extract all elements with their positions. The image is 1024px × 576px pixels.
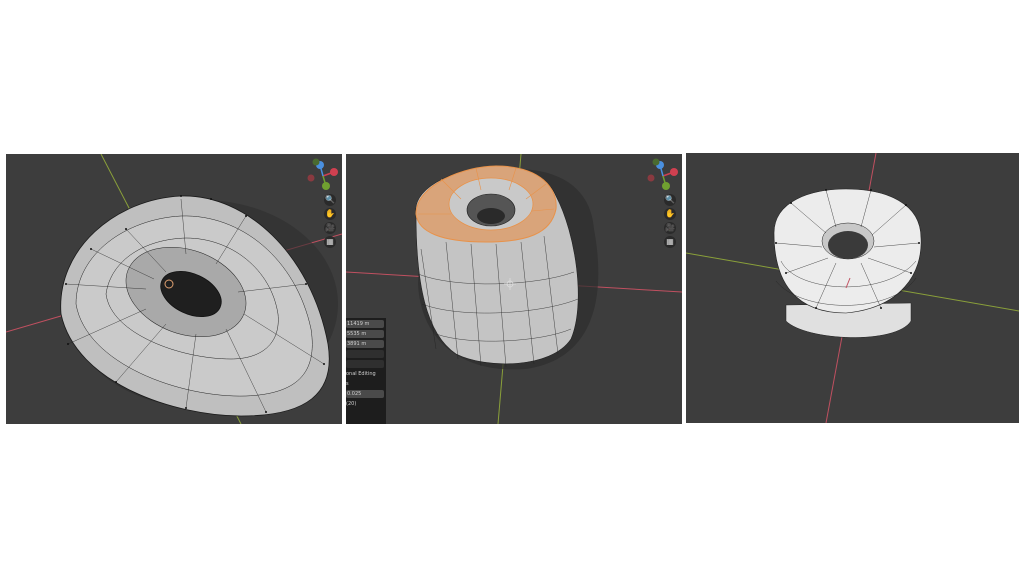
zoom-icon[interactable]: 🔍 xyxy=(324,194,336,206)
camera-icon[interactable]: 🎥 xyxy=(324,222,336,234)
navigation-gizmo[interactable] xyxy=(306,158,340,194)
zoom-icon[interactable]: 🔍 xyxy=(664,194,676,206)
donut-mesh-scene xyxy=(686,153,1019,423)
gizmo-y-icon xyxy=(322,182,330,190)
field-z[interactable]: 3891 m xyxy=(346,340,384,348)
dropdown-b[interactable] xyxy=(346,360,384,368)
viewport-tools: 🔍 ✋ 🎥 ▦ xyxy=(324,194,338,250)
viewport-cup-edit[interactable]: 🔍 ✋ 🎥 ▦ 11419 m 5535 m 3891 m onal Editi… xyxy=(346,154,682,424)
torus-mesh-scene xyxy=(6,154,342,424)
grid-icon[interactable]: ▦ xyxy=(664,236,676,248)
section-label: onal Editing xyxy=(346,371,376,377)
gizmo-y-icon xyxy=(662,182,670,190)
viewport-donut[interactable] xyxy=(686,153,1019,423)
viewport-tools: 🔍 ✋ 🎥 ▦ xyxy=(664,194,678,250)
dropdown-a[interactable] xyxy=(346,350,384,358)
panel-label-a: s xyxy=(346,381,349,387)
hand-pan-icon[interactable]: ✋ xyxy=(664,208,676,220)
operator-panel: 11419 m 5535 m 3891 m onal Editing s 0.0… xyxy=(346,318,386,424)
gizmo-x-icon xyxy=(670,168,678,176)
field-y[interactable]: 5535 m xyxy=(346,330,384,338)
hand-pan-icon[interactable]: ✋ xyxy=(324,208,336,220)
viewport-torus[interactable]: 🔍 ✋ 🎥 ▦ xyxy=(6,154,342,424)
field-x[interactable]: 11419 m xyxy=(346,320,384,328)
camera-icon[interactable]: 🎥 xyxy=(664,222,676,234)
gizmo-x-icon xyxy=(330,168,338,176)
grid-icon[interactable]: ▦ xyxy=(324,236,336,248)
cup-mesh-scene xyxy=(346,154,682,424)
value-field[interactable]: 0.025 xyxy=(346,390,384,398)
navigation-gizmo[interactable] xyxy=(646,158,680,194)
panel-label-b: (20) xyxy=(346,401,357,407)
